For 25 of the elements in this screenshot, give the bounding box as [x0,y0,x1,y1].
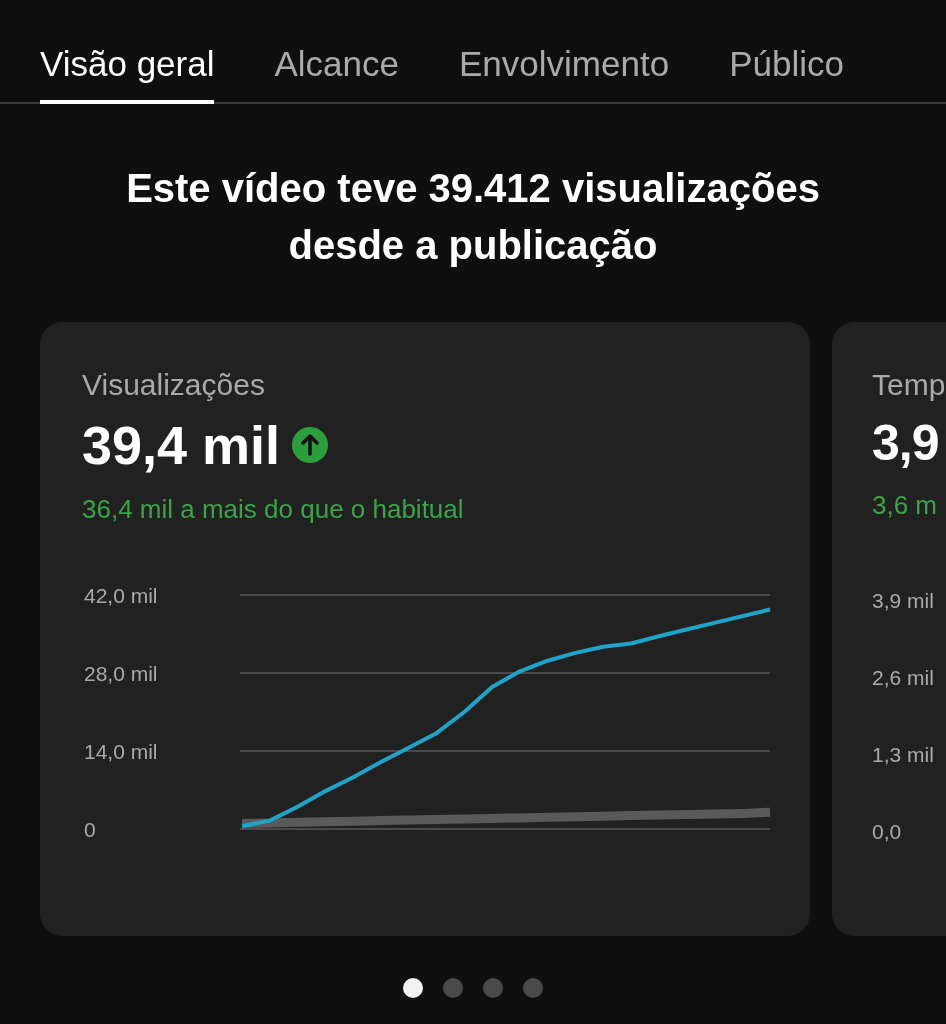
metric-card[interactable]: Visualizações 39,4 mil 36,4 mil a mais do que o habitual 42,0 mil 28,0 mil 14,0 mil 0 [40,322,810,936]
page-dot[interactable] [523,978,543,998]
metric-card[interactable]: Temp 3,9 3,6 m 3,9 mil 2,6 mil 1,3 mil 0,0 [832,322,946,936]
tab[interactable]: Visão geral [40,0,215,104]
axis-label: 42,0 mil [84,584,158,607]
card-title: Temp [872,368,946,402]
page-dot[interactable] [483,978,503,998]
axis-label: 3,9 mil [872,589,934,613]
axis-label: 0,0 [872,820,902,844]
page-dot[interactable] [443,978,463,998]
axis-label: 14,0 mil [84,740,158,763]
page-dot[interactable] [403,978,423,998]
comparison-text: 36,4 mil a mais do que o habitual [82,494,464,525]
metric-value: 39,4 mil [82,414,281,476]
tab[interactable]: Alcance [274,0,399,104]
axis-label: 0 [84,818,96,841]
card-title: Visualizações [82,368,265,402]
metric-value: 3,9 [872,414,939,472]
axis-label: 1,3 mil [872,743,934,767]
axis-label: 2,6 mil [872,666,934,690]
headline: Este vídeo teve 39.412 visualizações desde a publicação [125,165,821,269]
comparison-text: 3,6 m [872,490,938,521]
tab[interactable]: Público [729,0,844,104]
axis-label: 28,0 mil [84,662,158,685]
tab[interactable]: Envolvimento [459,0,670,104]
